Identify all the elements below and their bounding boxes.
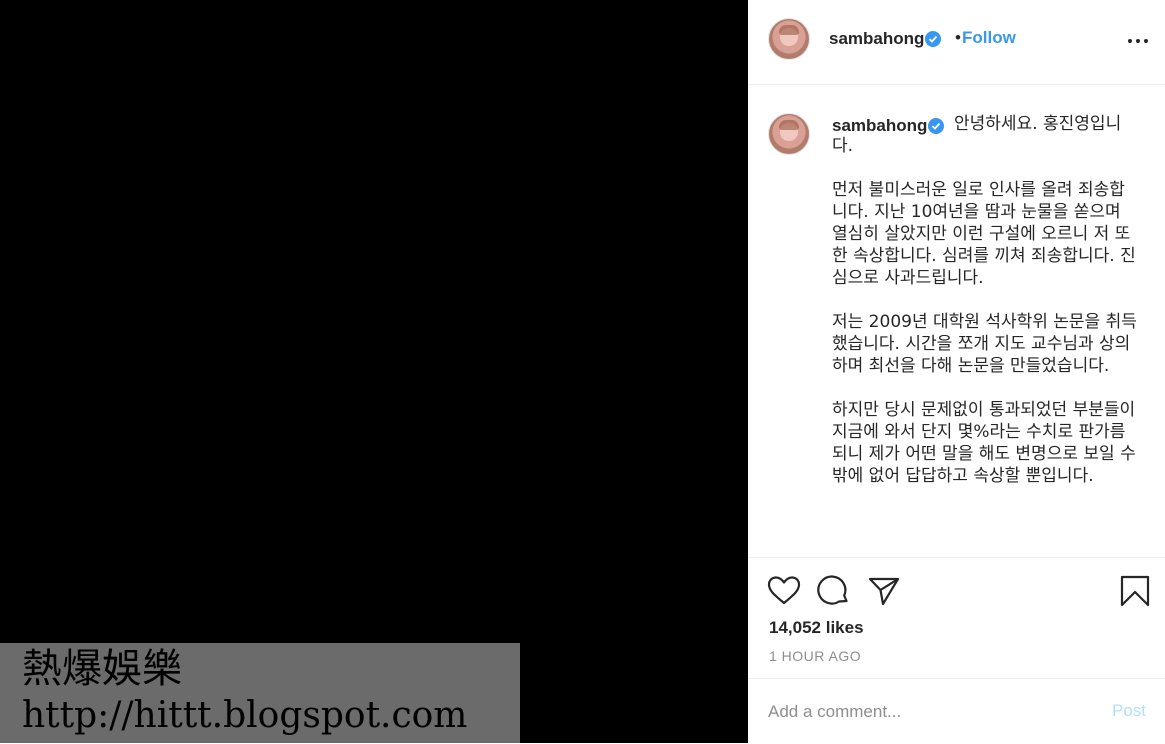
caption-paragraph: 저는 2009년 대학원 석사학위 논문을 취득했습니다. 시간을 쪼개 지도 … xyxy=(832,312,1137,376)
comment-icon[interactable] xyxy=(817,574,851,608)
follow-button[interactable]: Follow xyxy=(962,28,1016,48)
post-timestamp[interactable]: 1 HOUR AGO xyxy=(769,648,861,664)
caption-avatar[interactable] xyxy=(768,113,810,155)
avatar[interactable] xyxy=(768,18,810,60)
share-icon[interactable] xyxy=(867,574,901,608)
more-options-icon[interactable] xyxy=(1126,31,1150,51)
post-side-panel: sambahong • Follow sambahong 안녕하세요. 홍진영입… xyxy=(748,0,1165,743)
post-media xyxy=(0,0,748,743)
comment-bar: Post xyxy=(748,678,1165,744)
caption-area: sambahong 안녕하세요. 홍진영입니다. 먼저 불미스러운 일로 인사를… xyxy=(748,85,1165,558)
bookmark-icon[interactable] xyxy=(1118,574,1152,608)
caption-paragraph: 하지만 당시 문제없이 통과되었던 부분들이 지금에 와서 단지 몇%라는 수치… xyxy=(832,400,1136,486)
separator-dot: • xyxy=(955,28,961,47)
caption-paragraph: 먼저 불미스러운 일로 인사를 올려 죄송합니다. 지난 10여년을 땀과 눈물… xyxy=(832,180,1136,288)
caption-text: 안녕하세요. 홍진영입니다. 먼저 불미스러운 일로 인사를 올려 죄송합니다.… xyxy=(832,113,1137,487)
action-bar xyxy=(748,558,1165,618)
likes-count[interactable]: 14,052 likes xyxy=(769,618,864,638)
heart-icon[interactable] xyxy=(767,574,801,608)
watermark-title: 熱爆娛樂 xyxy=(22,646,182,692)
post-comment-button[interactable]: Post xyxy=(1112,701,1146,721)
verified-badge-icon xyxy=(925,31,941,47)
post-header: sambahong • Follow xyxy=(748,0,1165,85)
caption-paragraph: 안녕하세요. 홍진영입니다. xyxy=(832,114,1122,156)
header-username[interactable]: sambahong xyxy=(829,29,924,49)
watermark-url: http://hittt.blogspot.com xyxy=(22,695,468,736)
comment-input[interactable] xyxy=(768,699,1068,725)
watermark-box: 熱爆娛樂 http://hittt.blogspot.com xyxy=(0,643,520,743)
